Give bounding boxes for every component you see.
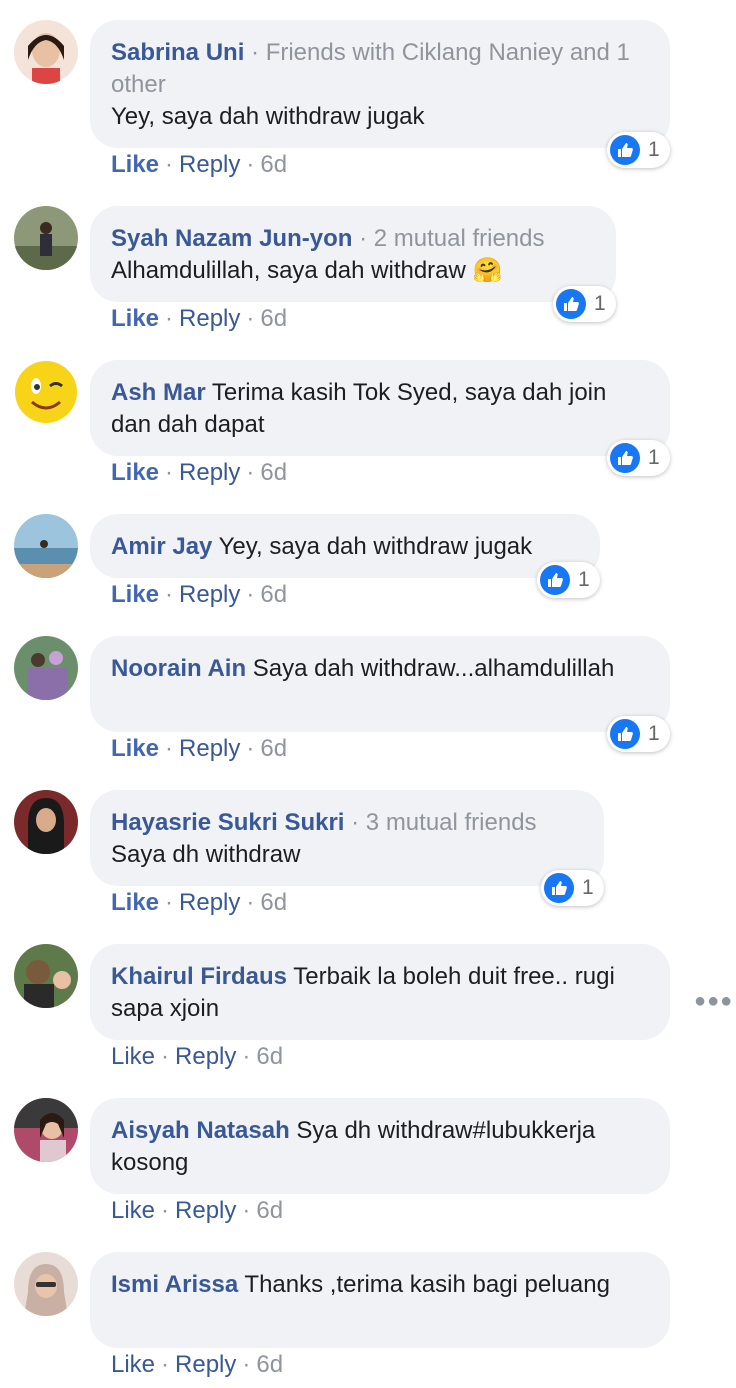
avatar[interactable] xyxy=(14,1098,78,1162)
reply-link[interactable]: Reply xyxy=(175,1351,236,1378)
comment-author[interactable]: Amir Jay xyxy=(111,533,212,560)
like-link[interactable]: Like xyxy=(111,1197,155,1224)
comment-actions: Like · Reply · 6d xyxy=(111,151,288,178)
reply-link[interactable]: Reply xyxy=(179,581,240,608)
comment-text: Yey, saya dah withdraw jugak xyxy=(218,533,533,560)
timestamp[interactable]: 6d xyxy=(260,151,287,178)
avatar[interactable] xyxy=(14,20,78,84)
comment-text: Thanks ,terima kasih bagi peluang xyxy=(244,1271,610,1298)
reply-link[interactable]: Reply xyxy=(175,1197,236,1224)
comment-bubble: Ash Mar Terima kasih Tok Syed, saya dah … xyxy=(90,360,670,456)
comment-actions: Like · Reply · 6d xyxy=(111,889,288,916)
comment-text: Saya dh withdraw xyxy=(111,841,301,868)
like-link[interactable]: Like xyxy=(111,581,159,608)
comment-bubble: Hayasrie Sukri Sukri · 3 mutual friends … xyxy=(90,790,604,886)
comment-author[interactable]: Sabrina Uni xyxy=(111,39,244,66)
timestamp[interactable]: 6d xyxy=(260,459,287,486)
comment-author[interactable]: Noorain Ain xyxy=(111,655,246,682)
comment-actions: Like · Reply · 6d xyxy=(111,581,288,608)
timestamp[interactable]: 6d xyxy=(260,889,287,916)
timestamp[interactable]: 6d xyxy=(256,1351,283,1378)
timestamp[interactable]: 6d xyxy=(260,735,287,762)
avatar[interactable] xyxy=(14,790,78,854)
comment-actions: Like · Reply · 6d xyxy=(111,735,288,762)
reply-link[interactable]: Reply xyxy=(179,889,240,916)
comment-bubble: Syah Nazam Jun-yon · 2 mutual friends Al… xyxy=(90,206,616,302)
comment-author[interactable]: Khairul Firdaus xyxy=(111,963,287,990)
avatar[interactable] xyxy=(14,206,78,270)
reaction-count[interactable]: 1 xyxy=(607,716,670,752)
comment-bubble: Aisyah Natasah Sya dh withdraw#lubukkerj… xyxy=(90,1098,670,1194)
comment-actions: Like · Reply · 6d xyxy=(111,1351,284,1378)
mutual-friends-info: · 3 mutual friends xyxy=(344,809,537,836)
like-link[interactable]: Like xyxy=(111,151,159,178)
avatar[interactable] xyxy=(14,1252,78,1316)
comment-bubble: Noorain Ain Saya dah withdraw...alhamdul… xyxy=(90,636,670,732)
more-horizontal-icon[interactable]: ●●● xyxy=(694,990,733,1013)
comment-actions: Like · Reply · 6d xyxy=(111,1043,284,1070)
like-reaction-icon xyxy=(610,719,640,749)
like-link[interactable]: Like xyxy=(111,889,159,916)
reply-link[interactable]: Reply xyxy=(179,735,240,762)
comment-text: Alhamdulillah, saya dah withdraw xyxy=(111,257,473,284)
timestamp[interactable]: 6d xyxy=(260,305,287,332)
timestamp[interactable]: 6d xyxy=(256,1197,283,1224)
avatar[interactable] xyxy=(14,360,78,424)
comment-actions: Like · Reply · 6d xyxy=(111,459,288,486)
like-link[interactable]: Like xyxy=(111,305,159,332)
comment-author[interactable]: Aisyah Natasah xyxy=(111,1117,290,1144)
comment-bubble: Amir Jay Yey, saya dah withdraw jugak xyxy=(90,514,600,578)
like-reaction-icon xyxy=(556,289,586,319)
comment-actions: Like · Reply · 6d xyxy=(111,1197,284,1224)
comment-bubble: Sabrina Uni · Friends with Ciklang Nanie… xyxy=(90,20,670,148)
like-link[interactable]: Like xyxy=(111,1043,155,1070)
mutual-friends-info: · 2 mutual friends xyxy=(352,225,545,252)
reaction-count[interactable]: 1 xyxy=(537,562,600,598)
like-reaction-icon xyxy=(540,565,570,595)
comment-author[interactable]: Ismi Arissa xyxy=(111,1271,238,1298)
reaction-count[interactable]: 1 xyxy=(553,286,616,322)
avatar[interactable] xyxy=(14,636,78,700)
like-reaction-icon xyxy=(610,443,640,473)
reply-link[interactable]: Reply xyxy=(179,459,240,486)
avatar[interactable] xyxy=(14,944,78,1008)
like-reaction-icon xyxy=(610,135,640,165)
timestamp[interactable]: 6d xyxy=(260,581,287,608)
comment-author[interactable]: Hayasrie Sukri Sukri xyxy=(111,809,344,836)
avatar[interactable] xyxy=(14,514,78,578)
comment-bubble: Khairul Firdaus Terbaik la boleh duit fr… xyxy=(90,944,670,1040)
comment-actions: Like · Reply · 6d xyxy=(111,305,288,332)
like-link[interactable]: Like xyxy=(111,735,159,762)
comment-author[interactable]: Syah Nazam Jun-yon xyxy=(111,225,352,252)
timestamp[interactable]: 6d xyxy=(256,1043,283,1070)
reply-link[interactable]: Reply xyxy=(175,1043,236,1070)
comment-author[interactable]: Ash Mar xyxy=(111,379,206,406)
comment-bubble: Ismi Arissa Thanks ,terima kasih bagi pe… xyxy=(90,1252,670,1348)
reaction-count[interactable]: 1 xyxy=(607,440,670,476)
reaction-count[interactable]: 1 xyxy=(607,132,670,168)
comment-text: Saya dah withdraw...alhamdulillah xyxy=(252,655,615,682)
like-link[interactable]: Like xyxy=(111,1351,155,1378)
hugging-face-emoji-icon: 🤗 xyxy=(472,257,503,284)
reply-link[interactable]: Reply xyxy=(179,305,240,332)
like-reaction-icon xyxy=(544,873,574,903)
like-link[interactable]: Like xyxy=(111,459,159,486)
reply-link[interactable]: Reply xyxy=(179,151,240,178)
reaction-count[interactable]: 1 xyxy=(541,870,604,906)
comment-text: Yey, saya dah withdraw jugak xyxy=(111,103,425,130)
